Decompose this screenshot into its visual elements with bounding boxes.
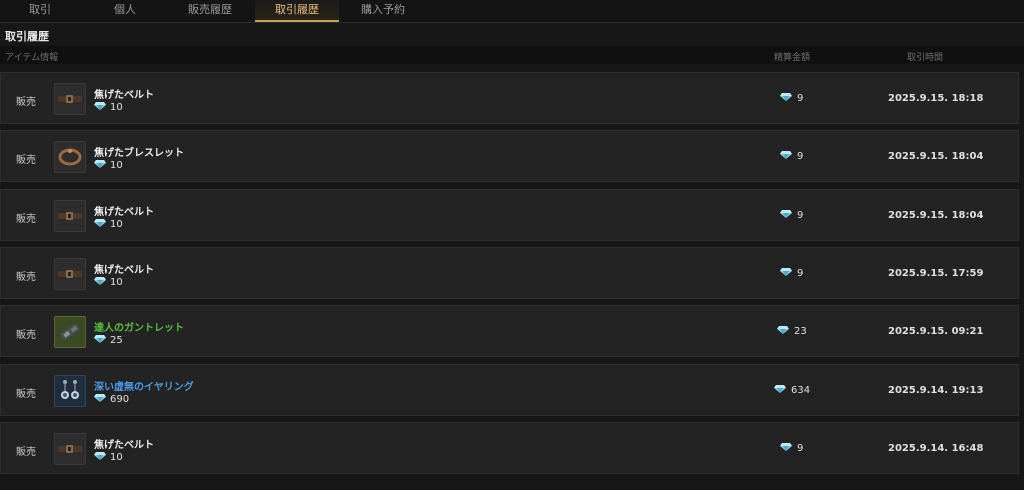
settlement-amount: 9 bbox=[780, 209, 804, 221]
trade-time: 2025.9.15. 18:04 bbox=[888, 151, 984, 163]
column-settlement: 精算金額 bbox=[774, 53, 811, 63]
tab-purchase-reservation[interactable]: 購入予約 bbox=[343, 0, 423, 22]
column-item-info: アイテム情報 bbox=[5, 53, 59, 63]
settlement-value: 9 bbox=[797, 209, 804, 221]
table-row[interactable]: 販売 焦げたベルト 10 9 2025.9.15. 18:04 bbox=[0, 188, 1019, 241]
transaction-type: 販売 bbox=[16, 97, 36, 108]
tab-personal[interactable]: 個人 bbox=[85, 0, 165, 22]
tab-sales-history[interactable]: 販売履歴 bbox=[170, 0, 250, 22]
table-header: アイテム情報 精算金額 取引時間 bbox=[0, 46, 1024, 64]
page-title: 取引履歴 bbox=[5, 30, 49, 43]
diamond-gem-icon bbox=[94, 335, 106, 346]
table-row[interactable]: 販売 焦げたベルト 10 9 2025.9.15. 18:18 bbox=[0, 72, 1019, 124]
diamond-gem-icon bbox=[94, 393, 106, 405]
belt-icon bbox=[54, 257, 86, 290]
diamond-gem-icon bbox=[774, 384, 786, 396]
unit-price: 10 bbox=[94, 102, 123, 113]
tab-trade[interactable]: 取引 bbox=[0, 0, 80, 22]
diamond-gem-icon bbox=[94, 276, 106, 288]
diamond-gem-icon bbox=[780, 93, 792, 104]
settlement-value: 23 bbox=[794, 326, 807, 338]
transaction-type: 販売 bbox=[16, 446, 36, 458]
table-row[interactable]: 販売 焦げたブレスレット 10 9 2025.9.15. 18:04 bbox=[0, 130, 1019, 183]
column-trade-time: 取引時間 bbox=[907, 53, 944, 63]
transaction-type: 販売 bbox=[16, 155, 36, 167]
tab-bar: 取引 個人 販売履歴 取引履歴 購入予約 bbox=[0, 0, 1024, 23]
trade-time: 2025.9.15. 18:18 bbox=[888, 93, 984, 104]
diamond-gem-icon bbox=[780, 267, 792, 279]
unit-price-value: 10 bbox=[110, 102, 123, 113]
diamond-gem-icon bbox=[94, 160, 106, 171]
unit-price-value: 25 bbox=[110, 335, 123, 347]
table-row[interactable]: 販売 焦げたベルト 10 9 2025.9.15. 17:59 bbox=[0, 246, 1019, 299]
table-row[interactable]: 販売 深い虚無のイヤリング 690 634 2025.9.14. 19:13 bbox=[0, 363, 1019, 416]
table-row[interactable]: 販売 焦げたベルト 10 9 2025.9.14. 16:48 bbox=[0, 421, 1019, 474]
transaction-type: 販売 bbox=[16, 271, 36, 283]
diamond-gem-icon bbox=[94, 451, 106, 463]
unit-price: 690 bbox=[94, 393, 130, 405]
settlement-amount: 9 bbox=[780, 93, 803, 104]
unit-price-value: 10 bbox=[110, 160, 123, 172]
unit-price-value: 690 bbox=[110, 393, 130, 405]
settlement-amount: 9 bbox=[780, 267, 804, 279]
belt-icon bbox=[54, 83, 86, 115]
diamond-gem-icon bbox=[780, 151, 792, 162]
diamond-gem-icon bbox=[780, 209, 792, 221]
settlement-amount: 9 bbox=[780, 151, 803, 162]
earring-icon bbox=[54, 374, 86, 407]
tab-trade-history[interactable]: 取引履歴 bbox=[255, 0, 339, 22]
trade-time: 2025.9.15. 18:04 bbox=[888, 209, 984, 221]
settlement-amount: 634 bbox=[774, 384, 811, 396]
belt-icon bbox=[54, 199, 86, 232]
trade-time: 2025.9.15. 17:59 bbox=[888, 267, 984, 279]
transaction-type: 販売 bbox=[16, 388, 36, 400]
settlement-amount: 23 bbox=[777, 326, 807, 337]
item-name: 焦げたブレスレット bbox=[94, 148, 184, 160]
item-name: 達人のガントレット bbox=[94, 323, 184, 335]
diamond-gem-icon bbox=[780, 442, 792, 454]
unit-price-value: 10 bbox=[110, 276, 123, 288]
settlement-value: 9 bbox=[797, 93, 804, 104]
bracelet-icon bbox=[54, 141, 86, 174]
settlement-value: 634 bbox=[791, 384, 811, 396]
diamond-gem-icon bbox=[777, 326, 789, 337]
item-name: 深い虚無のイヤリング bbox=[94, 381, 194, 393]
belt-icon bbox=[54, 432, 86, 465]
diamond-gem-icon bbox=[94, 218, 106, 230]
table-row[interactable]: 販売 達人のガントレット 25 23 2025.9.15. 09:21 bbox=[0, 305, 1019, 358]
item-name: 焦げたベルト bbox=[94, 206, 154, 218]
gauntlet-icon bbox=[54, 316, 86, 349]
unit-price: 10 bbox=[94, 451, 123, 463]
trade-time: 2025.9.14. 16:48 bbox=[888, 442, 984, 454]
item-name: 焦げたベルト bbox=[94, 264, 154, 276]
unit-price: 25 bbox=[94, 335, 123, 346]
unit-price: 10 bbox=[94, 276, 123, 288]
trade-time: 2025.9.15. 09:21 bbox=[888, 326, 984, 338]
settlement-amount: 9 bbox=[780, 442, 804, 454]
trade-time: 2025.9.14. 19:13 bbox=[888, 384, 984, 396]
unit-price-value: 10 bbox=[110, 451, 123, 463]
unit-price: 10 bbox=[94, 160, 123, 171]
settlement-value: 9 bbox=[797, 151, 804, 163]
item-name: 焦げたベルト bbox=[94, 439, 154, 451]
settlement-value: 9 bbox=[797, 442, 804, 454]
transaction-type: 販売 bbox=[16, 330, 36, 342]
diamond-gem-icon bbox=[94, 102, 106, 113]
transaction-type: 販売 bbox=[16, 213, 36, 225]
item-name: 焦げたベルト bbox=[94, 90, 154, 101]
unit-price-value: 10 bbox=[110, 218, 123, 230]
unit-price: 10 bbox=[94, 218, 123, 230]
settlement-value: 9 bbox=[797, 267, 804, 279]
